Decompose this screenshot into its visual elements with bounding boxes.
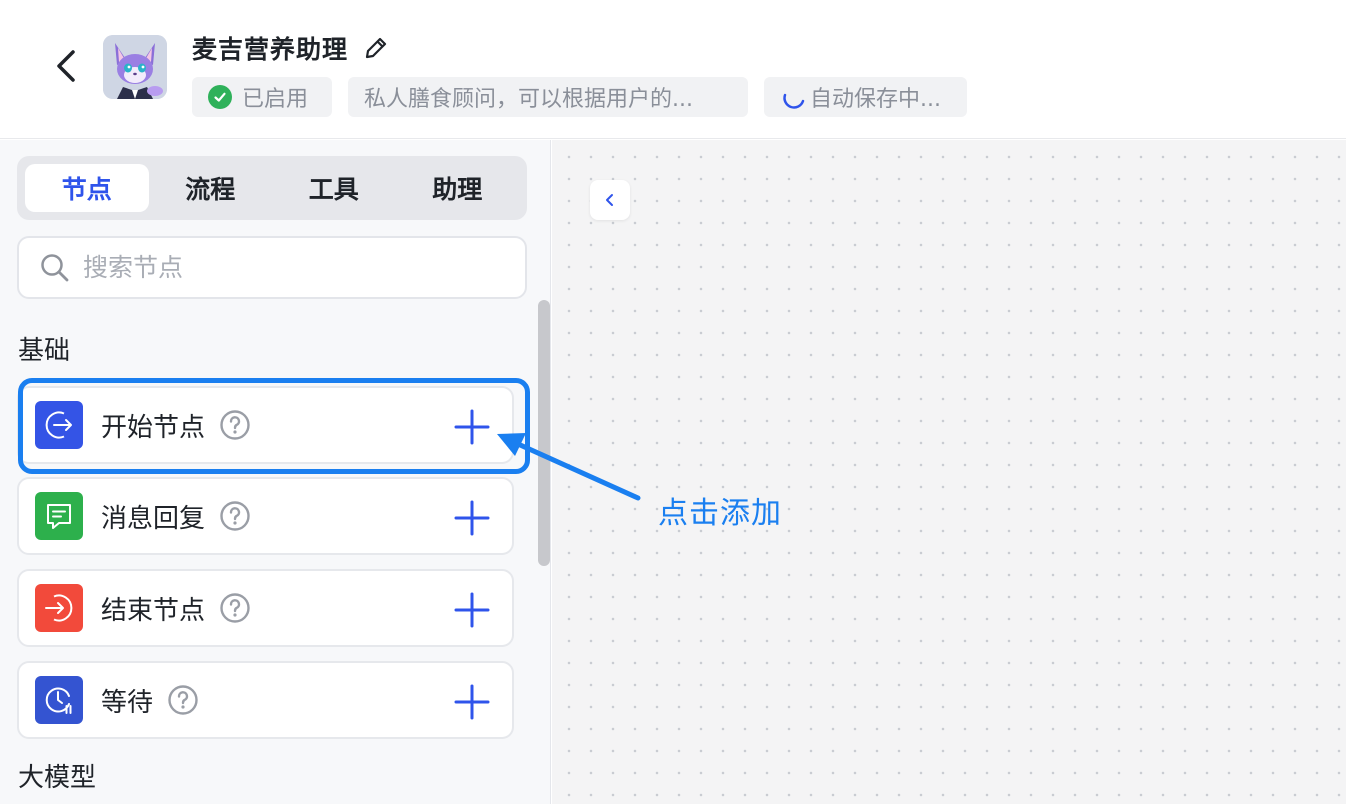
plus-icon [454,684,490,720]
plus-icon [454,500,490,536]
node-sidebar: 节点 流程 工具 助理 基础 开始节点 [0,140,551,804]
tab-nodes[interactable]: 节点 [25,164,149,212]
chevron-left-icon [606,194,613,206]
save-status-tag: 自动保存中... [764,77,967,117]
tab-flows[interactable]: 流程 [149,164,273,212]
tab-tools[interactable]: 工具 [272,164,396,212]
check-circle-icon [208,85,232,109]
sidebar-scrollbar[interactable] [538,300,550,566]
loading-spinner-icon [783,93,805,109]
node-label: 消息回复 [101,503,206,534]
app-title: 麦吉营养助理 [192,35,349,64]
node-label: 结束节点 [101,595,206,626]
node-card-wait[interactable]: 等待 [17,661,514,739]
help-circle-icon[interactable] [167,684,199,716]
save-status-text: 自动保存中... [810,87,941,112]
node-label: 等待 [101,687,154,718]
start-node-icon [35,401,83,449]
status-label: 已启用 [242,87,309,112]
app-header: 麦吉营养助理 已启用 私人膳食顾问，可以根据用户的... 自动保存中... [0,0,1346,139]
end-node-icon [35,584,83,632]
sidebar-tabs: 节点 流程 工具 助理 [17,156,527,220]
search-icon [41,253,69,281]
plus-icon [454,592,490,628]
edit-pencil-icon[interactable] [362,34,390,62]
add-node-button[interactable] [454,684,490,720]
node-card-message-reply[interactable]: 消息回复 [17,477,514,555]
description-tag[interactable]: 私人膳食顾问，可以根据用户的... [348,77,748,117]
back-button[interactable] [48,46,84,86]
chevron-left-icon [57,50,75,82]
node-card-start[interactable]: 开始节点 [17,386,514,464]
status-badge: 已启用 [192,77,332,117]
section-title-llm: 大模型 [18,763,97,793]
help-circle-icon[interactable] [219,409,251,441]
tab-assistants[interactable]: 助理 [396,164,520,212]
help-circle-icon[interactable] [219,500,251,532]
section-title-basic: 基础 [18,336,71,366]
plus-icon [454,409,490,445]
help-circle-icon[interactable] [219,592,251,624]
assistant-avatar [103,35,167,99]
callout-text: 点击添加 [658,496,782,531]
message-reply-icon [35,492,83,540]
search-input[interactable] [83,253,483,282]
add-node-button[interactable] [454,500,490,536]
search-box [17,236,527,299]
node-label: 开始节点 [101,412,206,443]
workflow-canvas[interactable] [552,140,1346,804]
node-card-end[interactable]: 结束节点 [17,569,514,647]
description-text: 私人膳食顾问，可以根据用户的... [364,87,693,112]
collapse-sidebar-button[interactable] [590,180,630,220]
add-node-button[interactable] [454,592,490,628]
wait-icon [35,676,83,724]
add-node-button[interactable] [454,409,490,445]
